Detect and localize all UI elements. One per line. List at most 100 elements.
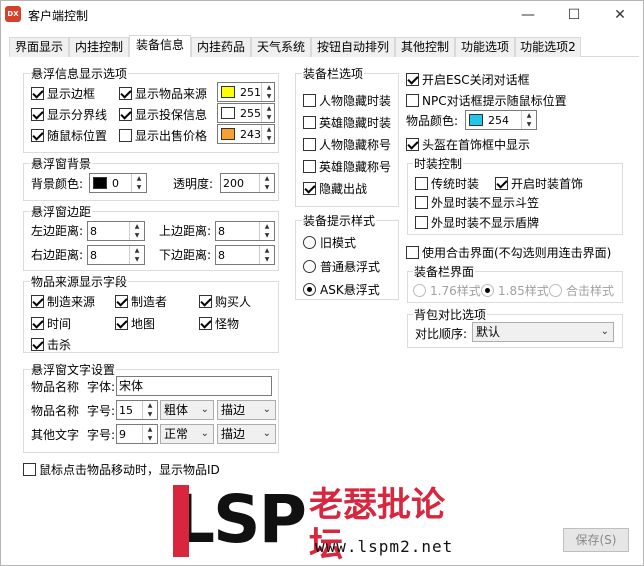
window: DX 客户端控制 — ☐ ✕ 界面显示 内挂控制 装备信息 内挂药品 天气系统 … bbox=[0, 0, 644, 566]
chevron-down-icon: ⌄ bbox=[200, 428, 209, 439]
show-item-source-checkbox[interactable]: 显示物品来源 bbox=[119, 85, 207, 101]
tab-plugin-medicine[interactable]: 内挂药品 bbox=[191, 37, 251, 57]
field-buyer-checkbox[interactable]: 购买人 bbox=[199, 293, 251, 309]
other-size-label: 字号: bbox=[87, 428, 116, 442]
tab-button-arrange[interactable]: 按钮自动排列 bbox=[311, 37, 395, 57]
item-name-size-label: 物品名称 bbox=[31, 404, 80, 418]
hide-player-title-checkbox[interactable]: 人物隐藏称号 bbox=[303, 136, 391, 152]
follow-mouse-checkbox[interactable]: 随鼠标位置 bbox=[31, 127, 107, 143]
field-crafter-checkbox[interactable]: 制造者 bbox=[115, 293, 167, 309]
equip-bar-title: 装备栏选项 bbox=[302, 67, 365, 81]
top-margin-spinner[interactable]: 8 ▲ ▼ bbox=[215, 221, 275, 241]
hover-bg-title: 悬浮窗背景 bbox=[30, 157, 93, 171]
other-stroke-select[interactable]: 描边 ⌄ bbox=[217, 424, 276, 444]
item-stroke-select[interactable]: 描边 ⌄ bbox=[217, 400, 276, 420]
compare-order-select[interactable]: 默认 ⌄ bbox=[472, 322, 614, 342]
enable-fashion-jewelry-checkbox[interactable]: 开启时装首饰 bbox=[495, 175, 583, 191]
npc-random-position-checkbox[interactable]: NPC对话框提示随鼠标位置 bbox=[406, 92, 567, 108]
watermark-accent bbox=[173, 485, 189, 557]
opacity-label: 透明度: bbox=[173, 177, 214, 191]
item-source-color-spinner[interactable]: 251 ▲ ▼ bbox=[217, 82, 275, 102]
top-margin-label: 上边距离: bbox=[159, 224, 212, 238]
tab-plugin-control[interactable]: 内挂控制 bbox=[69, 37, 129, 57]
field-time-checkbox[interactable]: 时间 bbox=[31, 315, 71, 331]
item-font-weight-select[interactable]: 粗体 ⌄ bbox=[160, 400, 214, 420]
esc-close-checkbox[interactable]: 开启ESC关闭对话框 bbox=[406, 71, 530, 87]
other-font-weight-select[interactable]: 正常 ⌄ bbox=[160, 424, 214, 444]
color-swatch bbox=[221, 86, 235, 98]
hide-player-fashion-checkbox[interactable]: 人物隐藏时装 bbox=[303, 92, 391, 108]
hover-margin-title: 悬浮窗边距 bbox=[30, 205, 93, 219]
compare-order-label: 对比顺序: bbox=[415, 327, 468, 341]
sell-price-color-spinner[interactable]: 243 ▲ ▼ bbox=[217, 124, 275, 144]
maximize-button[interactable]: ☐ bbox=[551, 1, 597, 30]
title-bar: DX 客户端控制 — ☐ ✕ bbox=[1, 1, 643, 31]
combo-style-radio[interactable]: 合击样式 bbox=[549, 282, 614, 298]
hide-shield-checkbox[interactable]: 外显时装不显示盾牌 bbox=[415, 214, 539, 230]
field-craft-source-checkbox[interactable]: 制造来源 bbox=[31, 293, 95, 309]
tab-equipment-info[interactable]: 装备信息 bbox=[129, 35, 191, 58]
chevron-down-icon: ⌄ bbox=[600, 326, 609, 337]
chevron-down-icon: ⌄ bbox=[262, 404, 271, 415]
equip-ui-title: 装备栏界面 bbox=[413, 265, 476, 279]
field-kill-checkbox[interactable]: 击杀 bbox=[31, 336, 71, 352]
bottom-margin-label: 下边距离: bbox=[159, 248, 212, 262]
hide-hero-title-checkbox[interactable]: 英雄隐藏称号 bbox=[303, 158, 391, 174]
tab-bar: 界面显示 内挂控制 装备信息 内挂药品 天气系统 按钮自动排列 其他控制 功能选… bbox=[9, 35, 639, 58]
chevron-down-icon: ⌄ bbox=[262, 428, 271, 439]
color-swatch bbox=[221, 107, 235, 119]
item-source-title: 物品来源显示字段 bbox=[30, 275, 129, 289]
font-name-input[interactable]: 宋体 bbox=[116, 376, 272, 396]
watermark-banner: LSP 老瑟批论坛 www.lspm2.net bbox=[171, 481, 471, 565]
minimize-button[interactable]: — bbox=[505, 1, 551, 30]
field-monster-checkbox[interactable]: 怪物 bbox=[199, 315, 239, 331]
other-text-label: 其他文字 bbox=[31, 428, 80, 442]
tab-function-options[interactable]: 功能选项 bbox=[455, 37, 515, 57]
traditional-fashion-checkbox[interactable]: 传统时装 bbox=[415, 175, 479, 191]
show-sell-price-checkbox[interactable]: 显示出售价格 bbox=[119, 127, 207, 143]
show-border-checkbox[interactable]: 显示边框 bbox=[31, 85, 95, 101]
tip-ask-hover-radio[interactable]: ASK悬浮式 bbox=[303, 281, 380, 297]
bg-color-label: 背景颜色: bbox=[31, 177, 84, 191]
style-176-radio[interactable]: 1.76样式 bbox=[413, 282, 481, 298]
equip-tip-title: 装备提示样式 bbox=[302, 214, 377, 228]
tip-old-mode-radio[interactable]: 旧模式 bbox=[303, 234, 356, 250]
drop-info-color-spinner[interactable]: 255 ▲ ▼ bbox=[217, 103, 275, 123]
left-margin-spinner[interactable]: 8 ▲ ▼ bbox=[87, 221, 145, 241]
app-icon: DX bbox=[5, 6, 21, 22]
hide-hat-checkbox[interactable]: 外显时装不显示斗笠 bbox=[415, 194, 539, 210]
window-title: 客户端控制 bbox=[28, 9, 89, 23]
hover-text-title: 悬浮窗文字设置 bbox=[30, 363, 117, 377]
tip-normal-hover-radio[interactable]: 普通悬浮式 bbox=[303, 258, 380, 274]
style-185-radio[interactable]: 1.85样式 bbox=[481, 282, 549, 298]
right-margin-spinner[interactable]: 8 ▲ ▼ bbox=[87, 245, 145, 265]
color-swatch bbox=[221, 128, 235, 140]
tab-other-control[interactable]: 其他控制 bbox=[395, 37, 455, 57]
tab-weather-system[interactable]: 天气系统 bbox=[251, 37, 311, 57]
hide-hero-fashion-checkbox[interactable]: 英雄隐藏时装 bbox=[303, 114, 391, 130]
item-size-label: 字号: bbox=[87, 404, 116, 418]
mouse-click-show-id-checkbox[interactable]: 鼠标点击物品移动时，显示物品ID bbox=[23, 461, 220, 477]
other-font-size-spinner[interactable]: 9 ▲ ▼ bbox=[116, 424, 158, 444]
bag-compare-title: 背包对比选项 bbox=[413, 308, 488, 322]
color-swatch bbox=[469, 114, 483, 126]
field-map-checkbox[interactable]: 地图 bbox=[115, 315, 155, 331]
fashion-title: 时装控制 bbox=[413, 157, 464, 171]
hide-battle-checkbox[interactable]: 隐藏出战 bbox=[303, 180, 367, 196]
item-color-label: 物品颜色: bbox=[406, 114, 459, 128]
tab-ui-display[interactable]: 界面显示 bbox=[9, 37, 69, 57]
show-divider-checkbox[interactable]: 显示分界线 bbox=[31, 106, 107, 122]
opacity-spinner[interactable]: 200 ▲ ▼ bbox=[220, 173, 275, 193]
save-button[interactable]: 保存(S) bbox=[563, 528, 629, 552]
helmet-in-jewelry-checkbox[interactable]: 头盔在首饰框中显示 bbox=[406, 136, 530, 152]
close-button[interactable]: ✕ bbox=[597, 1, 643, 30]
use-combo-ui-checkbox[interactable]: 使用合击界面(不勾选则用连击界面) bbox=[406, 244, 611, 260]
show-drop-info-checkbox[interactable]: 显示投保信息 bbox=[119, 106, 207, 122]
bg-color-spinner[interactable]: 0 ▲ ▼ bbox=[89, 173, 147, 193]
tab-function-options-2[interactable]: 功能选项2 bbox=[515, 37, 581, 57]
item-color-spinner[interactable]: 254 ▲ ▼ bbox=[465, 110, 537, 130]
bottom-margin-spinner[interactable]: 8 ▲ ▼ bbox=[215, 245, 275, 265]
color-swatch bbox=[93, 177, 107, 189]
item-name-label: 物品名称 bbox=[31, 380, 80, 394]
item-font-size-spinner[interactable]: 15 ▲ ▼ bbox=[116, 400, 158, 420]
